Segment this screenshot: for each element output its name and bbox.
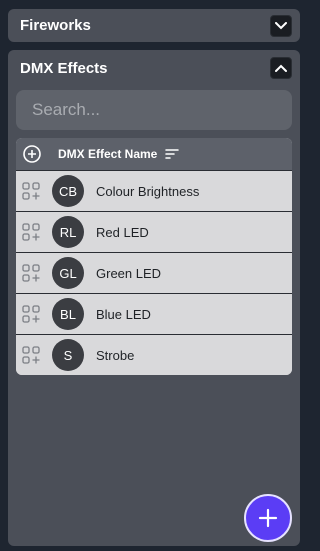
table-row[interactable]: S Strobe [16,334,292,375]
grid-add-icon[interactable] [22,223,40,241]
add-effect-fab-button[interactable] [244,494,292,542]
avatar: S [52,339,84,371]
table-header: DMX Effect Name [16,138,292,170]
effect-name: Green LED [96,265,162,281]
fireworks-panel[interactable]: Fireworks [8,9,300,42]
plus-circle-icon[interactable] [22,144,42,164]
table-row[interactable]: BL Blue LED [16,293,292,334]
column-header-effect-name[interactable]: DMX Effect Name [58,147,157,161]
table-row[interactable]: GL Green LED [16,252,292,293]
sort-icon[interactable] [165,148,180,160]
search-input[interactable] [16,90,292,130]
dmx-effects-panel: DMX Effects DMX Effect Name [8,50,300,546]
avatar: RL [52,216,84,248]
table-row[interactable]: CB Colour Brightness [16,170,292,211]
grid-add-icon[interactable] [22,305,40,323]
fireworks-expand-button[interactable] [270,14,292,37]
avatar: GL [52,257,84,289]
chevron-down-icon [275,21,287,29]
effect-name: Red LED [96,224,149,240]
chevron-up-icon [275,64,287,72]
effect-name: Colour Brightness [96,183,200,199]
dmx-effects-panel-header[interactable]: DMX Effects [8,52,300,84]
plus-icon [258,508,278,528]
dmx-effects-table: DMX Effect Name CB Colour Brightness RL … [16,138,292,375]
dmx-effects-panel-title: DMX Effects [20,59,108,77]
grid-add-icon[interactable] [22,182,40,200]
avatar: BL [52,298,84,330]
effect-name: Strobe [96,347,135,363]
table-row[interactable]: RL Red LED [16,211,292,252]
avatar: CB [52,175,84,207]
fireworks-panel-title: Fireworks [20,17,91,34]
grid-add-icon[interactable] [22,346,40,364]
effect-name: Blue LED [96,306,151,322]
grid-add-icon[interactable] [22,264,40,282]
dmx-effects-collapse-button[interactable] [270,57,292,79]
